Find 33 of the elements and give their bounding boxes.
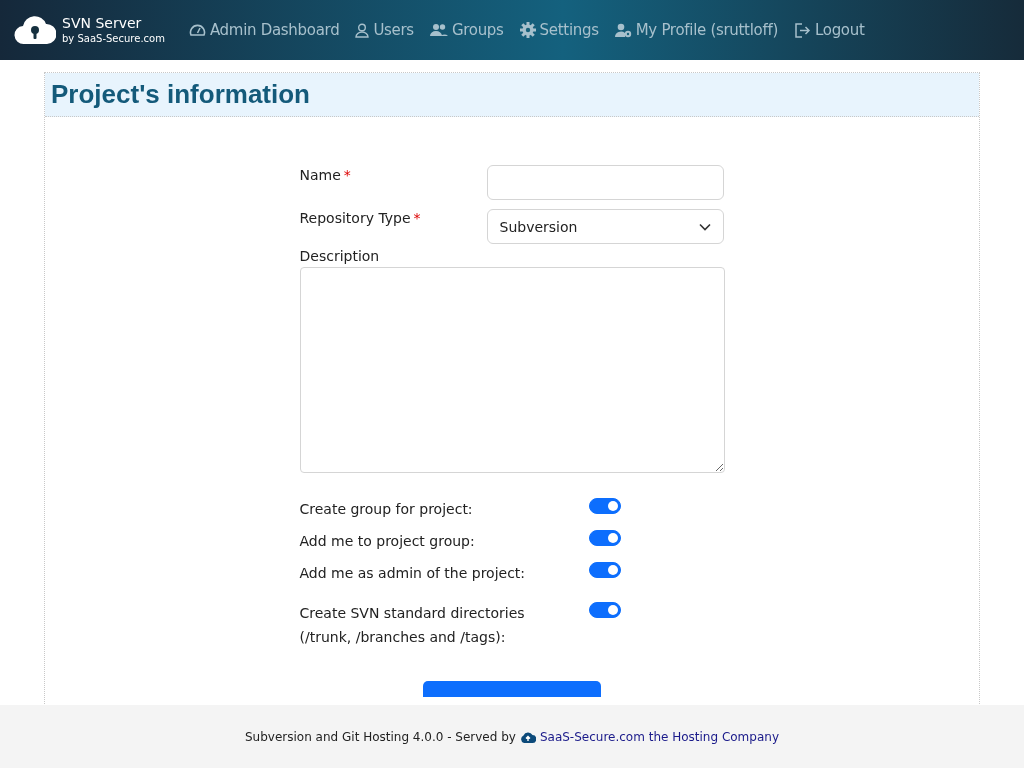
- toggle-switch[interactable]: [588, 498, 621, 514]
- nav-link[interactable]: Settings: [519, 21, 599, 39]
- chevron-down-icon: [698, 222, 711, 231]
- user-icon: [355, 22, 370, 38]
- logout-icon: [793, 22, 811, 38]
- nav-link[interactable]: Groups: [429, 21, 504, 39]
- nav-link[interactable]: My Profile (sruttloff): [614, 21, 778, 39]
- user-gear-icon: [614, 22, 632, 38]
- footer-link[interactable]: SaaS-Secure.com the Hosting Company: [539, 729, 779, 744]
- brand-title: SVN Server: [62, 14, 143, 32]
- toggle-switch[interactable]: [588, 530, 621, 546]
- toggle-switch[interactable]: [588, 562, 621, 578]
- field-label: Description: [299, 248, 381, 264]
- toggle-label: Create group for project:: [299, 500, 474, 519]
- nav-link[interactable]: Admin Dashboard: [188, 21, 340, 39]
- cloud-upload-icon: [519, 730, 536, 743]
- nav-link[interactable]: Logout: [793, 21, 865, 39]
- cloud-lock-icon: [14, 15, 56, 45]
- footer-text: Subversion and Git Hosting 4.0.0 - Served by: [245, 729, 516, 744]
- repository-type-select[interactable]: Subversion: [486, 209, 724, 244]
- page-title: Project's information: [51, 79, 311, 110]
- nav-link[interactable]: Users: [355, 21, 414, 39]
- toggle-label: Create SVN standard directories (/trunk, /branches and /tags):: [299, 604, 526, 647]
- brand-subtitle: by SaaS-Secure.com: [62, 31, 165, 46]
- settings-icon: [519, 22, 536, 38]
- toggle-label: Add me as admin of the project:: [299, 564, 527, 583]
- toggle-switch[interactable]: [588, 602, 621, 618]
- users-icon: [429, 23, 448, 37]
- field-label: Repository Type *: [299, 209, 422, 226]
- toggle-label: Add me to project group:: [299, 532, 476, 551]
- name-input[interactable]: [486, 165, 724, 200]
- field-label: Name *: [299, 166, 352, 183]
- speedometer-icon: [188, 23, 206, 37]
